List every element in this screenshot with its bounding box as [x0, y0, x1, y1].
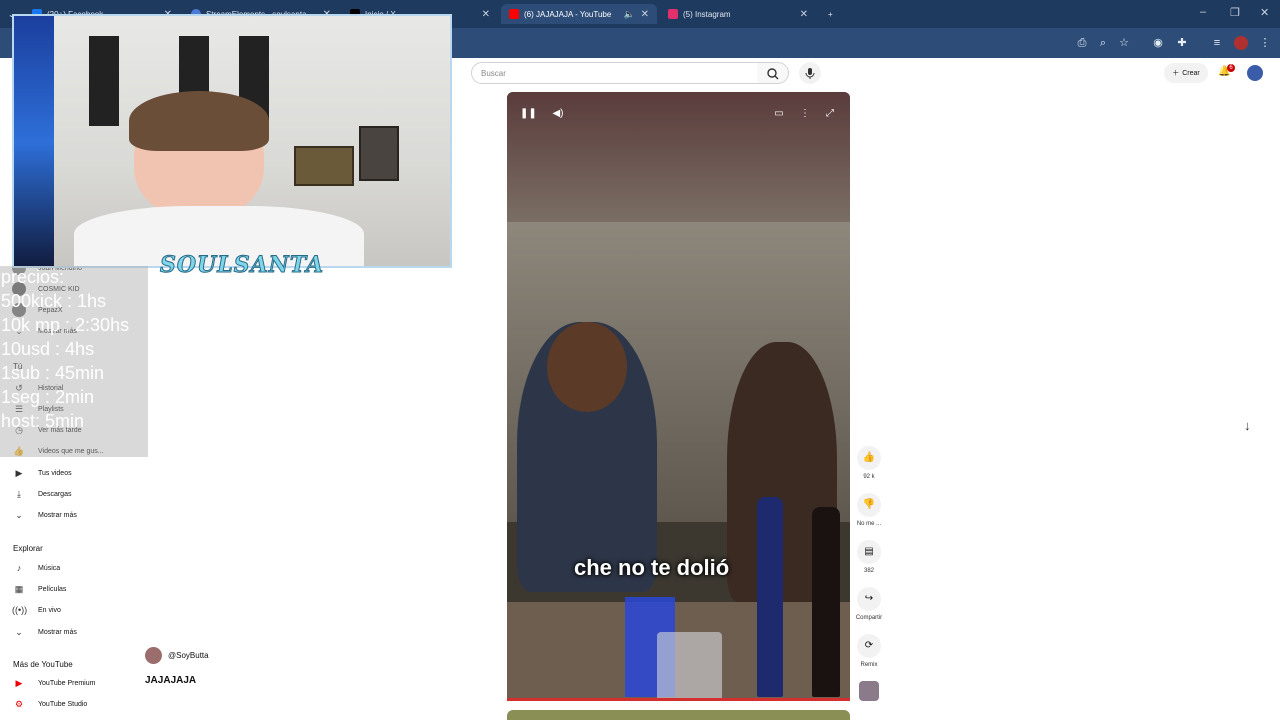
sidebar-item-downloads[interactable]: ⤓ Descargas — [12, 486, 71, 502]
speaker-icon[interactable]: 🔈 — [624, 9, 635, 20]
live-icon: ((•)) — [12, 605, 28, 615]
minimize-button[interactable]: – — [1200, 6, 1206, 18]
search-button[interactable] — [757, 62, 789, 84]
short-video-player[interactable]: ❚❚ ◀) ▭ ⋮ ⤢ — [507, 92, 850, 701]
install-icon[interactable]: ⎙ — [1075, 36, 1089, 50]
price-line: precios: — [1, 267, 65, 287]
restore-button[interactable]: ❐ — [1230, 6, 1240, 19]
price-line: 10usd : 4hs — [1, 339, 95, 359]
clear-cup — [657, 632, 722, 701]
new-tab-button[interactable]: + — [820, 4, 840, 24]
chevron-down-icon: ⌄ — [15, 510, 23, 520]
share-action[interactable]: ↪ Compartir — [855, 587, 883, 621]
pause-button[interactable]: ❚❚ — [520, 106, 537, 122]
sidebar-item-live[interactable]: ((•)) En vivo — [12, 602, 61, 618]
price-line: 1seg : 2min — [1, 387, 95, 407]
channel-avatar[interactable] — [145, 647, 162, 664]
instagram-icon — [668, 9, 678, 19]
price-line: 1sub : 45min — [1, 363, 105, 383]
search-input[interactable]: Buscar — [471, 62, 758, 84]
sidebar-item-studio[interactable]: ⚙ YouTube Studio — [12, 696, 87, 712]
price-line: host: 5min — [1, 411, 85, 431]
like-action[interactable]: 👍 92 k — [855, 446, 883, 480]
audio-thumbnail[interactable] — [859, 681, 879, 701]
puzzle-icon[interactable]: ✚ — [1175, 36, 1189, 50]
tab-youtube[interactable]: (6) JAJAJAJA - YouTube 🔈 ✕ — [501, 4, 657, 24]
voice-search-button[interactable] — [799, 62, 821, 84]
volume-button[interactable]: ◀) — [550, 106, 566, 122]
notification-badge: 6 — [1227, 64, 1235, 72]
share-icon[interactable]: ↪ — [857, 587, 881, 611]
mic-icon — [805, 68, 815, 79]
sidebar-item-premium[interactable]: ▶ YouTube Premium — [12, 675, 96, 691]
bookmark-star-icon[interactable]: ☆ — [1117, 36, 1131, 50]
sidebar-item-movies[interactable]: ▦ Películas — [12, 581, 67, 597]
streamer-hair — [129, 91, 269, 151]
youtube-studio-icon: ⚙ — [14, 699, 24, 709]
channel-handle[interactable]: @SoyButta — [168, 651, 209, 660]
remix-icon[interactable]: ⟳ — [857, 634, 881, 658]
close-icon[interactable]: ✕ — [482, 9, 490, 20]
captions-button[interactable]: ▭ — [771, 106, 787, 122]
close-window-button[interactable]: ✕ — [1260, 6, 1269, 19]
price-line: 500kick : 1hs — [1, 291, 107, 311]
chevron-down-icon: ⌄ — [15, 627, 23, 637]
music-icon: ♪ — [16, 563, 22, 573]
wine-bottle — [812, 507, 840, 697]
profile-icon[interactable] — [1234, 36, 1248, 50]
plus-icon: ＋ — [1172, 70, 1180, 77]
extension-icon[interactable]: ◉ — [1151, 36, 1165, 50]
comment-icon[interactable]: ▤ — [857, 540, 881, 564]
acoustic-panel — [89, 36, 119, 126]
next-short-thumbnail[interactable] — [507, 710, 850, 720]
section-explore-heading: Explorar — [13, 544, 43, 553]
blue-light — [14, 16, 54, 266]
thumbs-up-icon[interactable]: 👍 — [857, 446, 881, 470]
vodka-bottle — [757, 497, 783, 697]
dislike-action[interactable]: 👎 No me ... — [855, 493, 883, 527]
youtube-premium-icon: ▶ — [15, 678, 23, 688]
avatar[interactable] — [1247, 65, 1263, 81]
sidebar-item-your-videos[interactable]: ▶ Tus videos — [12, 465, 72, 481]
person-left-hair — [547, 322, 627, 412]
close-icon[interactable]: ✕ — [641, 9, 649, 20]
sidebar-item-music[interactable]: ♪ Música — [12, 560, 60, 576]
download-icon: ⤓ — [17, 489, 21, 499]
zoom-icon[interactable]: ⌕ — [1096, 36, 1110, 50]
sidebar-item-show-more[interactable]: ⌄ Mostrar más — [12, 624, 77, 640]
search-icon — [767, 68, 779, 80]
tab-instagram[interactable]: (5) Instagram ✕ — [660, 4, 816, 24]
framed-picture — [359, 126, 399, 181]
price-line: 10k mp : 2:30hs — [1, 315, 130, 335]
more-options-icon[interactable]: ⋮ — [797, 106, 813, 122]
film-icon: ▦ — [14, 584, 24, 594]
create-button[interactable]: ＋ Crear — [1164, 63, 1208, 83]
comments-action[interactable]: ▤ 382 — [855, 540, 883, 574]
channel-logo: SOULSANTA — [159, 252, 325, 279]
framed-picture — [294, 146, 354, 186]
video-progress-bar[interactable] — [507, 698, 850, 701]
remix-action[interactable]: ⟳ Remix — [855, 634, 883, 668]
channel-info[interactable]: @SoyButta — [145, 647, 209, 664]
fullscreen-button[interactable]: ⤢ — [822, 106, 838, 122]
close-icon[interactable]: ✕ — [800, 9, 808, 20]
thumbs-down-icon[interactable]: 👎 — [857, 493, 881, 517]
webcam-overlay — [12, 14, 452, 268]
video-title: JAJAJAJA — [145, 675, 197, 686]
menu-dots-icon[interactable]: ⋮ — [1258, 36, 1272, 50]
video-caption: che no te dolió — [574, 555, 730, 580]
sidebar-item-show-more[interactable]: ⌄ Mostrar más — [12, 507, 77, 523]
section-more-heading: Más de YouTube — [13, 660, 73, 669]
video-icon: ▶ — [15, 468, 23, 478]
media-control-icon[interactable]: ≡ — [1210, 36, 1224, 50]
arrow-down-icon[interactable]: ↓ — [1244, 418, 1251, 433]
youtube-icon — [509, 9, 519, 19]
